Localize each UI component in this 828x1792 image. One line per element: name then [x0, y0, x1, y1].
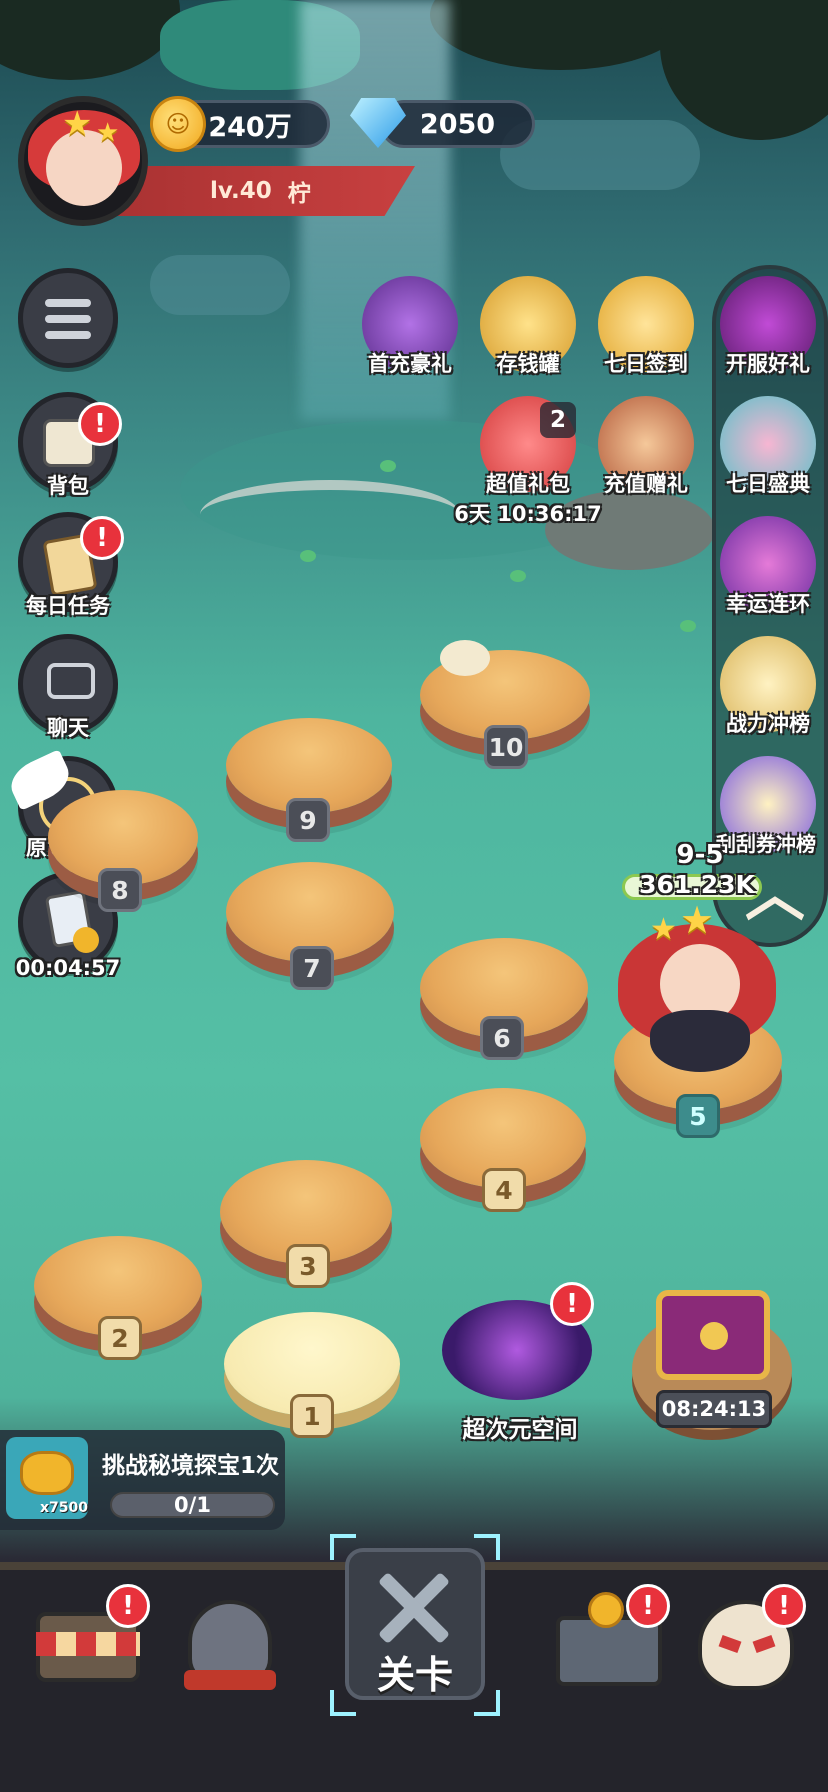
player-level: lv.40	[210, 178, 272, 204]
treasury-alert-badge: !	[626, 1584, 670, 1628]
play-icon	[73, 927, 99, 953]
stage-number-2: 2	[98, 1316, 142, 1360]
player-character-body	[650, 1010, 750, 1072]
server-gift-label: 开服好礼	[726, 352, 810, 376]
power-value: 361.23K	[639, 870, 755, 899]
leaf-decoration	[510, 570, 526, 582]
piggy-bank-label: 存钱罐	[496, 352, 560, 376]
quest-progress-text: 0/1	[174, 1493, 211, 1517]
leaf-decoration	[680, 620, 696, 632]
stage-number-5: 5	[676, 1094, 720, 1138]
quest-reward-count: x7500	[40, 1500, 88, 1516]
nav-hero-button[interactable]	[170, 1592, 290, 1702]
gold-amount: 240万	[208, 111, 292, 143]
dragon-bones	[200, 480, 460, 550]
dimension-alert-badge: !	[550, 1282, 594, 1326]
diamond-amount: 2050	[419, 108, 496, 140]
seven-day-festival-label: 七日盛典	[726, 472, 810, 496]
tree-canopy-left	[0, 0, 180, 80]
gold-coin-icon: ☺	[150, 96, 206, 152]
crossed-swords-icon	[367, 1570, 463, 1645]
tree-canopy-top	[430, 0, 690, 70]
chat-bubble-icon	[47, 663, 95, 699]
stage-number-8: 8	[98, 868, 142, 912]
shop-awning	[36, 1632, 140, 1656]
stage-number-3: 3	[286, 1244, 330, 1288]
leaf-decoration	[380, 460, 396, 472]
stage-number-7: 7	[290, 946, 334, 990]
player-name: 柠	[287, 181, 311, 207]
seven-day-checkin-label: 七日签到	[604, 352, 688, 376]
stage-number-4: 4	[482, 1168, 526, 1212]
selection-corner	[474, 1690, 500, 1716]
menu-button[interactable]	[18, 268, 118, 368]
stage-number-1: 1	[290, 1394, 334, 1438]
selection-corner	[474, 1534, 500, 1560]
chest-timer: 08:24:13	[656, 1390, 772, 1428]
chat-label: 聊天	[47, 716, 89, 740]
character-star-icon: ★	[650, 912, 677, 947]
stage-number-6: 6	[480, 1016, 524, 1060]
treasure-chest-icon[interactable]	[656, 1290, 770, 1380]
current-stage-label: 9-5	[676, 840, 724, 870]
daily-tasks-label: 每日任务	[26, 594, 110, 618]
power-rank-label: 战力冲榜	[726, 712, 810, 736]
character-star-icon: ★	[680, 898, 715, 942]
helmet-scarf	[184, 1670, 276, 1690]
coin-icon	[588, 1592, 624, 1628]
bag-alert-badge: !	[78, 402, 122, 446]
value-pack-label: 超值礼包	[486, 472, 570, 496]
first-recharge-label: 首充豪礼	[368, 352, 452, 376]
daily-tasks-alert-badge: !	[80, 516, 124, 560]
player-level-banner: lv.40 柠	[110, 166, 415, 216]
leaf-decoration	[300, 550, 316, 562]
cloud-left	[150, 255, 290, 315]
quest-title: 挑战秘境探宝1次	[102, 1453, 280, 1479]
bag-label: 背包	[47, 474, 89, 498]
ad-timer: 00:04:57	[15, 956, 121, 980]
lock-icon	[700, 1322, 728, 1350]
diamond-counter[interactable]: 2050	[380, 100, 535, 148]
stage-number-10: 10	[484, 725, 528, 769]
value-pack-timer: 6天 10:36:17	[454, 502, 602, 526]
avatar-star-icon: ★	[62, 104, 93, 144]
nav-stage-label: 关卡	[376, 1653, 453, 1697]
value-pack-count: 2	[540, 402, 576, 438]
boss-alert-badge: !	[762, 1584, 806, 1628]
tree-canopy-right	[660, 0, 828, 140]
skull-decoration	[440, 640, 490, 676]
selection-corner	[330, 1534, 356, 1560]
avatar-star-icon: ★	[96, 118, 120, 148]
nav-stage-button[interactable]: 关卡	[345, 1548, 485, 1700]
stage-number-9: 9	[286, 798, 330, 842]
recharge-gift-label: 充值赠礼	[604, 472, 688, 496]
selection-corner	[330, 1690, 356, 1716]
dimension-space-label: 超次元空间	[462, 1417, 578, 1443]
shop-alert-badge: !	[106, 1584, 150, 1628]
lucky-chain-label: 幸运连环	[726, 592, 810, 616]
